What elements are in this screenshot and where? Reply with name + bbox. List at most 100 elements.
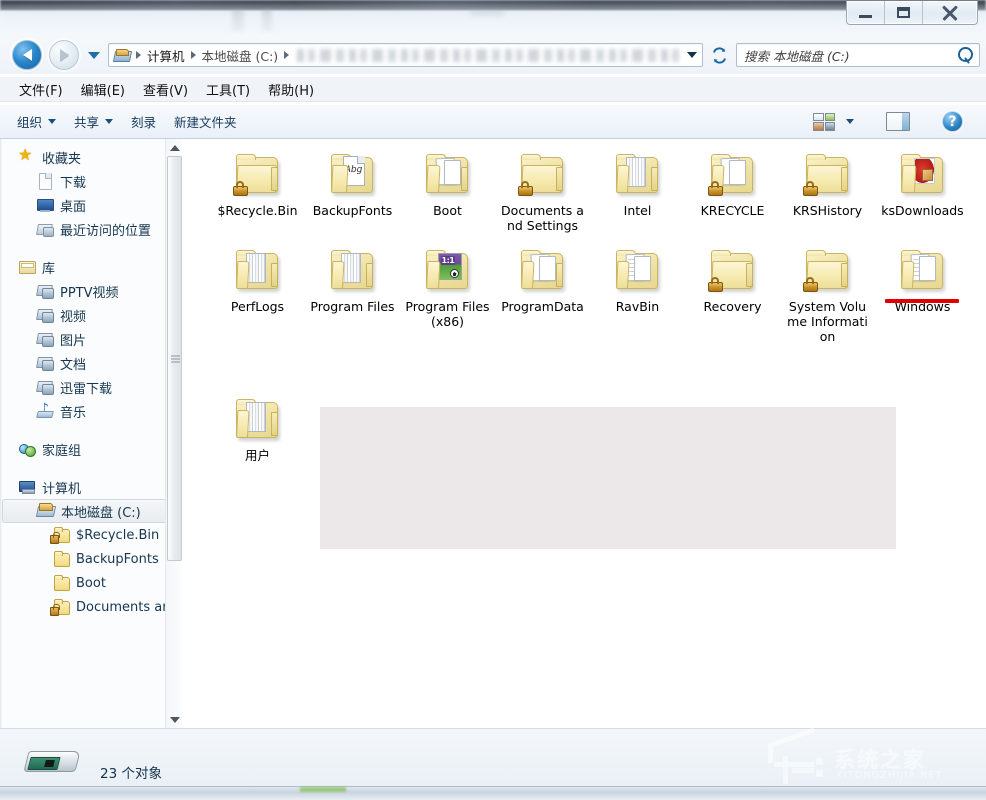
file-list-pane[interactable]: $Recycle.Bin Abg BackupFonts [182, 139, 986, 728]
sidebar-item-recycle-bin[interactable]: $Recycle.Bin [0, 523, 182, 547]
address-bar-row: 计算机 本地磁盘 (C:) 搜索 本地磁盘 (C:) [0, 36, 986, 74]
folder-locked-icon [707, 249, 759, 295]
scrollbar-grip [171, 355, 180, 362]
sidebar-label: 库 [42, 258, 55, 277]
list-item[interactable]: 用户 [210, 392, 305, 463]
scrollbar-thumb[interactable] [167, 156, 182, 561]
address-dropdown-button[interactable] [684, 52, 700, 58]
file-name: BackupFonts [313, 203, 393, 218]
refresh-button[interactable] [706, 43, 732, 67]
preview-pane-icon [886, 112, 910, 131]
help-button[interactable]: ? [933, 107, 972, 136]
file-name: System Volume Information [784, 299, 872, 344]
sidebar-item-favorites[interactable]: 收藏夹 [0, 145, 182, 169]
organize-button[interactable]: 组织 [8, 108, 65, 135]
sidebar-item-local-disk-c[interactable]: 本地磁盘 (C:) [2, 499, 180, 523]
sidebar-label: 最近访问的位置 [60, 220, 151, 239]
breadcrumb-item-drive[interactable]: 本地磁盘 (C:) [200, 46, 281, 65]
sidebar-item-pictures[interactable]: 图片 [0, 327, 182, 351]
preview-pane-button[interactable] [877, 108, 919, 135]
explorer-window: 计算机 本地磁盘 (C:) 搜索 本地磁盘 (C:) 文件(F) 编辑(E) 查… [0, 0, 986, 800]
sidebar-label: BackupFonts [76, 552, 159, 567]
computer-icon [18, 479, 36, 495]
minimize-button[interactable] [847, 1, 885, 24]
sidebar-item-pptv-video[interactable]: PPTV视频 [0, 279, 182, 303]
documents-library-icon [36, 355, 54, 371]
back-button[interactable] [12, 40, 42, 70]
menu-item-tools[interactable]: 工具(T) [197, 77, 259, 102]
new-folder-button[interactable]: 新建文件夹 [165, 108, 246, 135]
sidebar-item-libraries[interactable]: 库 [0, 255, 182, 279]
sidebar-item-recent-places[interactable]: 最近访问的位置 [0, 217, 182, 241]
sidebar-item-documents[interactable]: 文档 [0, 351, 182, 375]
sidebar-item-videos[interactable]: 视频 [0, 303, 182, 327]
search-box[interactable]: 搜索 本地磁盘 (C:) [736, 43, 980, 67]
list-item[interactable]: Boot [400, 147, 495, 233]
menu-item-edit[interactable]: 编辑(E) [72, 77, 134, 102]
share-button[interactable]: 共享 [65, 108, 122, 135]
breadcrumb-item-computer[interactable]: 计算机 [145, 46, 187, 65]
file-name: ProgramData [501, 299, 584, 314]
sidebar-item-backupfonts[interactable]: BackupFonts [0, 547, 182, 571]
search-icon[interactable] [957, 46, 975, 64]
lock-icon [708, 278, 723, 292]
burn-button[interactable]: 刻录 [122, 108, 165, 135]
sidebar-item-xunlei-downloads[interactable]: 迅雷下载 [0, 375, 182, 399]
menu-item-help[interactable]: 帮助(H) [259, 77, 323, 102]
navigation-tree: 收藏夹 下载 桌面 最近访问的位置 库 [0, 139, 182, 619]
navigation-scrollbar[interactable] [165, 139, 182, 728]
file-name: Recovery [704, 299, 762, 314]
list-item[interactable]: Windows [875, 243, 970, 344]
menu-item-file[interactable]: 文件(F) [10, 77, 72, 102]
sidebar-label: 收藏夹 [42, 148, 81, 167]
list-item[interactable]: RavBin [590, 243, 685, 344]
desktop-icon [36, 197, 54, 213]
scroll-up-arrow[interactable] [166, 139, 182, 156]
scroll-down-arrow[interactable] [166, 711, 182, 728]
forward-button[interactable] [49, 40, 79, 70]
sidebar-item-music[interactable]: 音乐 [0, 399, 182, 423]
list-item[interactable]: PerfLogs [210, 243, 305, 344]
sidebar-item-homegroup[interactable]: 家庭组 [0, 437, 182, 461]
list-item[interactable]: Recovery [685, 243, 780, 344]
list-item[interactable]: KRSHistory [780, 147, 875, 233]
sidebar-item-boot[interactable]: Boot [0, 571, 182, 595]
list-item[interactable]: ksDownloads [875, 147, 970, 233]
change-view-button[interactable] [804, 109, 844, 135]
menu-item-view[interactable]: 查看(V) [134, 77, 197, 102]
sidebar-label: $Recycle.Bin [76, 528, 159, 543]
media-library-icon [36, 283, 54, 299]
sidebar-item-computer[interactable]: 计算机 [0, 475, 182, 499]
list-item[interactable]: Abg BackupFonts [305, 147, 400, 233]
sidebar-item-downloads[interactable]: 下载 [0, 169, 182, 193]
breadcrumb-separator-icon[interactable] [284, 51, 289, 59]
list-item[interactable]: 1:1 Program Files (x86) [400, 243, 495, 344]
folder-locked-icon [232, 153, 284, 199]
lock-icon [708, 182, 723, 196]
sidebar-item-documents-and-settings[interactable]: Documents an [0, 595, 182, 619]
recent-locations-button[interactable] [88, 52, 100, 59]
sidebar-item-desktop[interactable]: 桌面 [0, 193, 182, 217]
list-item[interactable]: System Volume Information [780, 243, 875, 344]
close-button[interactable] [923, 1, 977, 24]
list-item[interactable]: $Recycle.Bin [210, 147, 305, 233]
list-item[interactable]: Intel [590, 147, 685, 233]
sidebar-label: PPTV视频 [60, 282, 119, 301]
title-bar[interactable] [0, 0, 986, 36]
sidebar-label: 文档 [60, 354, 86, 373]
breadcrumb-separator-icon[interactable] [136, 51, 141, 59]
sidebar-label: 视频 [60, 306, 86, 325]
search-input[interactable]: 搜索 本地磁盘 (C:) [744, 46, 957, 65]
image-thumbnail-icon [914, 158, 935, 184]
computer-icon [114, 48, 130, 62]
view-options-dropdown[interactable] [844, 115, 863, 128]
status-bar: 23 个对象 [0, 728, 986, 786]
list-item[interactable]: KRECYCLE [685, 147, 780, 233]
list-item[interactable]: Documents and Settings [495, 147, 590, 233]
maximize-button[interactable] [885, 1, 923, 24]
file-name: KRSHistory [793, 203, 862, 218]
breadcrumb-separator-icon[interactable] [191, 51, 196, 59]
list-item[interactable]: Program Files [305, 243, 400, 344]
list-item[interactable]: ProgramData [495, 243, 590, 344]
breadcrumb-address-bar[interactable]: 计算机 本地磁盘 (C:) [108, 43, 703, 67]
